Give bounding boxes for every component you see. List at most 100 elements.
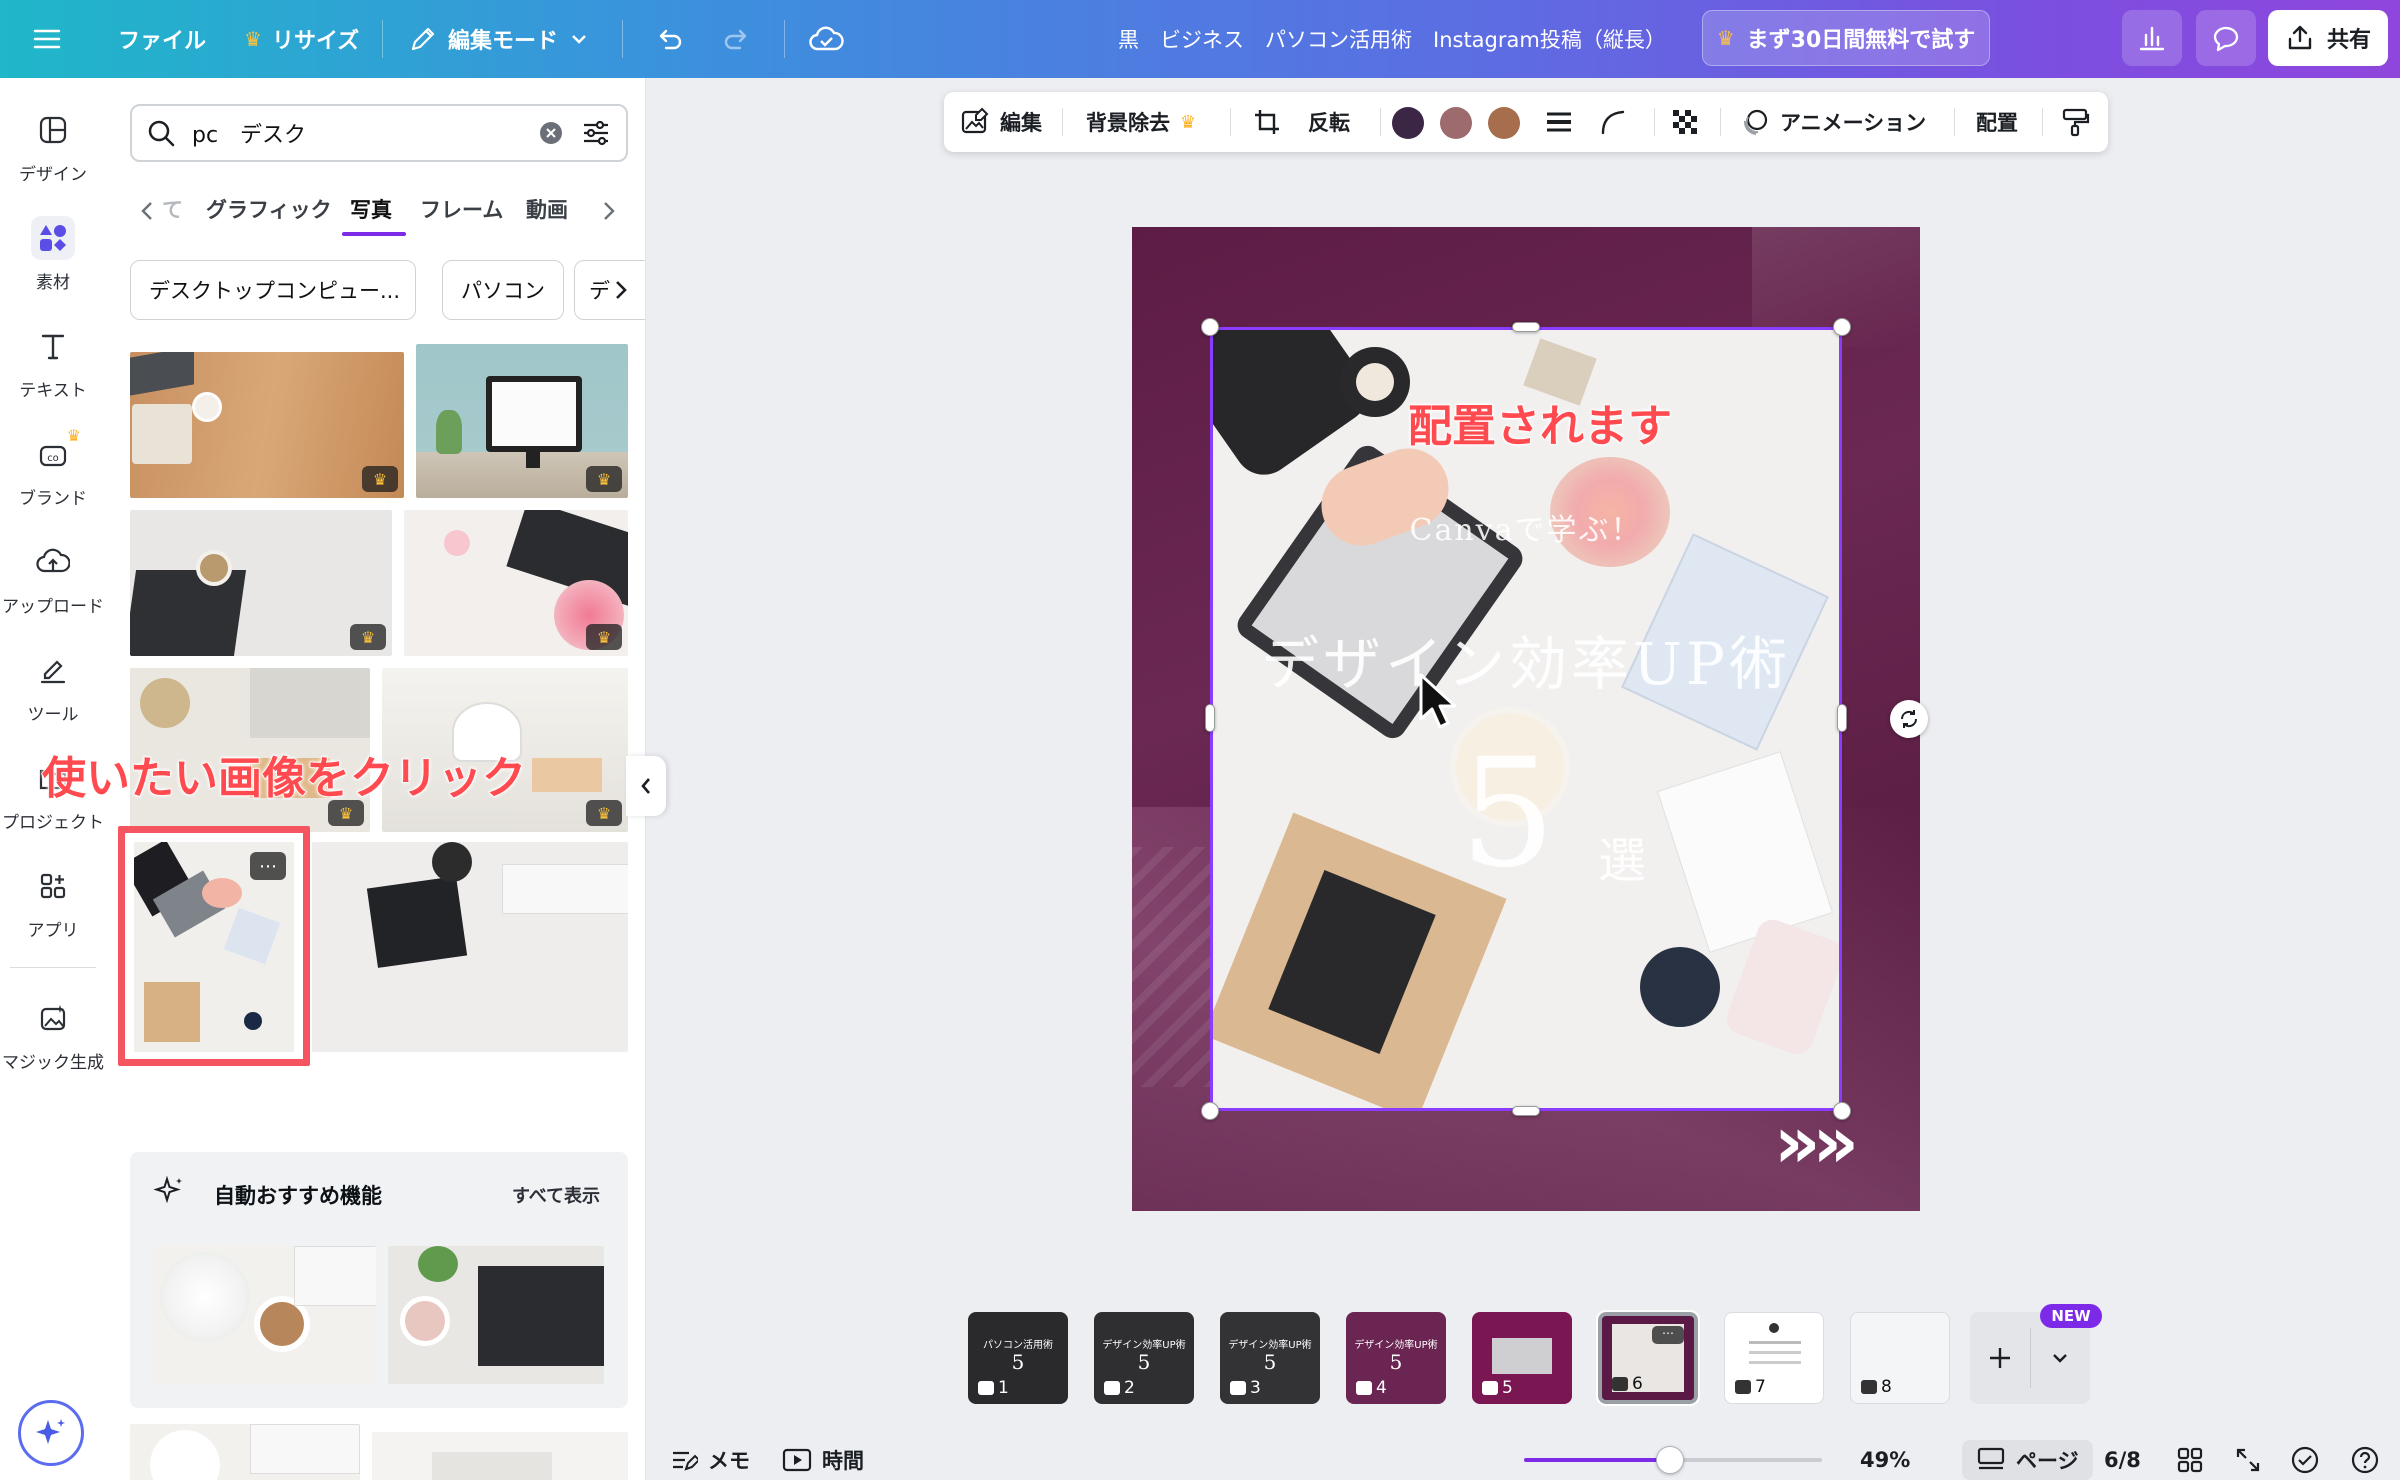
fullscreen-icon[interactable] — [2234, 1440, 2262, 1480]
add-page-button[interactable] — [1970, 1312, 2030, 1404]
page-number: 3 — [1230, 1378, 1261, 1398]
chevron-right-icon[interactable] — [600, 199, 618, 223]
page-thumb-4[interactable]: デザイン効率UP術 5 4 — [1346, 1312, 1446, 1404]
premium-crown-icon: ♛ — [586, 624, 622, 650]
edit-mode-dropdown[interactable]: 編集モード — [408, 0, 590, 78]
page-thumb-8[interactable]: 8 — [1850, 1312, 1950, 1404]
chip-more-label: デ — [589, 279, 610, 303]
tab-graphics[interactable]: グラフィック — [206, 194, 332, 224]
cloud-saved-icon[interactable] — [808, 0, 844, 78]
auto-recommend-section: 自動おすすめ機能 すべて表示 — [130, 1152, 628, 1408]
rail-magic[interactable]: マジック生成 — [0, 996, 106, 1073]
photo-result[interactable] — [154, 1246, 376, 1384]
file-menu[interactable]: ファイル — [118, 0, 206, 78]
free-trial-button[interactable]: ♛ まず30日間無料で試す — [1702, 10, 1990, 66]
photo-result[interactable]: ♛ — [130, 510, 392, 656]
position-button[interactable]: 配置 — [1976, 92, 2018, 152]
border-style-icon[interactable] — [1544, 92, 1574, 152]
more-icon[interactable]: ⋯ — [1652, 1326, 1684, 1344]
corner-rounding-icon[interactable] — [1598, 92, 1628, 152]
chevron-left-icon — [641, 778, 650, 794]
heart-icon — [1104, 1381, 1120, 1395]
photo-result[interactable] — [372, 1432, 628, 1480]
search-box[interactable]: pc デスク — [130, 104, 628, 162]
photo-result[interactable]: ♛ — [404, 510, 628, 656]
redo-icon[interactable] — [722, 0, 754, 78]
page-thumb-3[interactable]: デザイン効率UP術 5 3 — [1220, 1312, 1320, 1404]
rotate-icon[interactable] — [1890, 700, 1928, 738]
page-thumb-1[interactable]: パソコン活用術 5 1 — [968, 1312, 1068, 1404]
comment-icon[interactable] — [2196, 10, 2256, 66]
rail-tools[interactable]: ツール — [0, 648, 106, 725]
resize-handle[interactable] — [1201, 1102, 1219, 1120]
crop-icon[interactable] — [1252, 92, 1282, 152]
resize-handle[interactable] — [1201, 318, 1219, 336]
flip-button[interactable]: 反転 — [1308, 92, 1350, 152]
resize-handle[interactable] — [1512, 1106, 1540, 1116]
undo-icon[interactable] — [652, 0, 684, 78]
photo-result[interactable]: ♛ — [416, 344, 628, 498]
magic-assistant-button[interactable] — [18, 1400, 84, 1466]
tab-videos[interactable]: 動画 — [526, 194, 568, 224]
context-toolbar: 編集 背景除去 ♛ 反転 アニメーション 配置 — [944, 92, 2108, 152]
rail-design[interactable]: デザイン — [0, 108, 106, 185]
clear-icon[interactable] — [538, 120, 564, 146]
collapse-panel-button[interactable] — [626, 756, 666, 816]
page-thumb-2[interactable]: デザイン効率UP術 5 2 — [1094, 1312, 1194, 1404]
share-button[interactable]: 共有 — [2268, 10, 2388, 66]
menu-icon[interactable] — [32, 0, 62, 78]
photo-result[interactable] — [312, 842, 628, 1052]
color-swatch[interactable] — [1392, 107, 1424, 139]
check-icon[interactable] — [2290, 1440, 2320, 1480]
timer-button[interactable]: 時間 — [782, 1440, 864, 1480]
resize-handle[interactable] — [1512, 322, 1540, 332]
cloud-upload-icon — [31, 540, 75, 584]
grid-view-icon[interactable] — [2176, 1440, 2204, 1480]
bg-remove-button[interactable]: 背景除去 ♛ — [1086, 92, 1196, 152]
copy-style-icon[interactable] — [2060, 92, 2090, 152]
pages-view-button[interactable]: ページ — [1962, 1440, 2093, 1480]
rail-text[interactable]: テキスト — [0, 324, 106, 401]
tab-partial[interactable]: て — [162, 194, 183, 224]
see-all-link[interactable]: すべて表示 — [512, 1182, 600, 1208]
document-title[interactable]: 黒 ビジネス パソコン活用術 Instagram投稿（縦長） — [1118, 0, 1666, 78]
photo-result[interactable] — [130, 1424, 360, 1480]
insights-icon[interactable] — [2122, 10, 2182, 66]
canvas-arrows[interactable]: »» — [1774, 1100, 1859, 1184]
notes-button[interactable]: メモ — [670, 1440, 750, 1480]
zoom-level[interactable]: 49% — [1860, 1440, 1910, 1480]
resize-handle[interactable] — [1837, 704, 1847, 732]
animation-button[interactable]: アニメーション — [1740, 92, 1926, 152]
color-swatch[interactable] — [1488, 107, 1520, 139]
zoom-slider-thumb[interactable] — [1656, 1446, 1685, 1474]
photo-result[interactable] — [388, 1246, 604, 1384]
page-number: 8 — [1861, 1377, 1892, 1397]
rail-elements[interactable]: 素材 — [0, 216, 106, 293]
rail-upload[interactable]: アップロード — [0, 540, 106, 617]
rail-brand[interactable]: co ♛ ブランド — [0, 426, 106, 509]
search-icon — [148, 120, 175, 147]
edit-image-button[interactable]: 編集 — [960, 92, 1042, 152]
new-badge: NEW — [2040, 1304, 2102, 1328]
chevron-left-icon[interactable] — [138, 199, 156, 223]
heart-icon — [1482, 1381, 1498, 1395]
help-icon[interactable] — [2350, 1440, 2380, 1480]
rail-apps[interactable]: アプリ — [0, 864, 106, 941]
photo-result[interactable]: ♛ — [130, 352, 404, 498]
page-thumb-7[interactable]: 7 — [1724, 1312, 1824, 1404]
page-thumb-5[interactable]: 5 — [1472, 1312, 1572, 1404]
color-swatch[interactable] — [1440, 107, 1472, 139]
chip-desktop-computer[interactable]: デスクトップコンピュー... — [130, 260, 416, 320]
tab-frames[interactable]: フレーム — [420, 194, 503, 224]
resize-button[interactable]: ♛ リサイズ — [244, 0, 359, 78]
transparency-icon[interactable] — [1670, 92, 1700, 152]
page-thumb-number: 5 — [1389, 1350, 1403, 1374]
page-thumb-6-current[interactable]: ⋯ 6 — [1596, 1310, 1700, 1406]
search-input[interactable]: pc デスク — [192, 117, 522, 149]
chip-more[interactable]: デ — [574, 260, 645, 320]
resize-handle[interactable] — [1205, 704, 1215, 732]
resize-handle[interactable] — [1833, 318, 1851, 336]
filter-icon[interactable] — [580, 117, 612, 149]
tab-photos[interactable]: 写真 — [350, 194, 392, 224]
chip-pc[interactable]: パソコン — [442, 260, 564, 320]
